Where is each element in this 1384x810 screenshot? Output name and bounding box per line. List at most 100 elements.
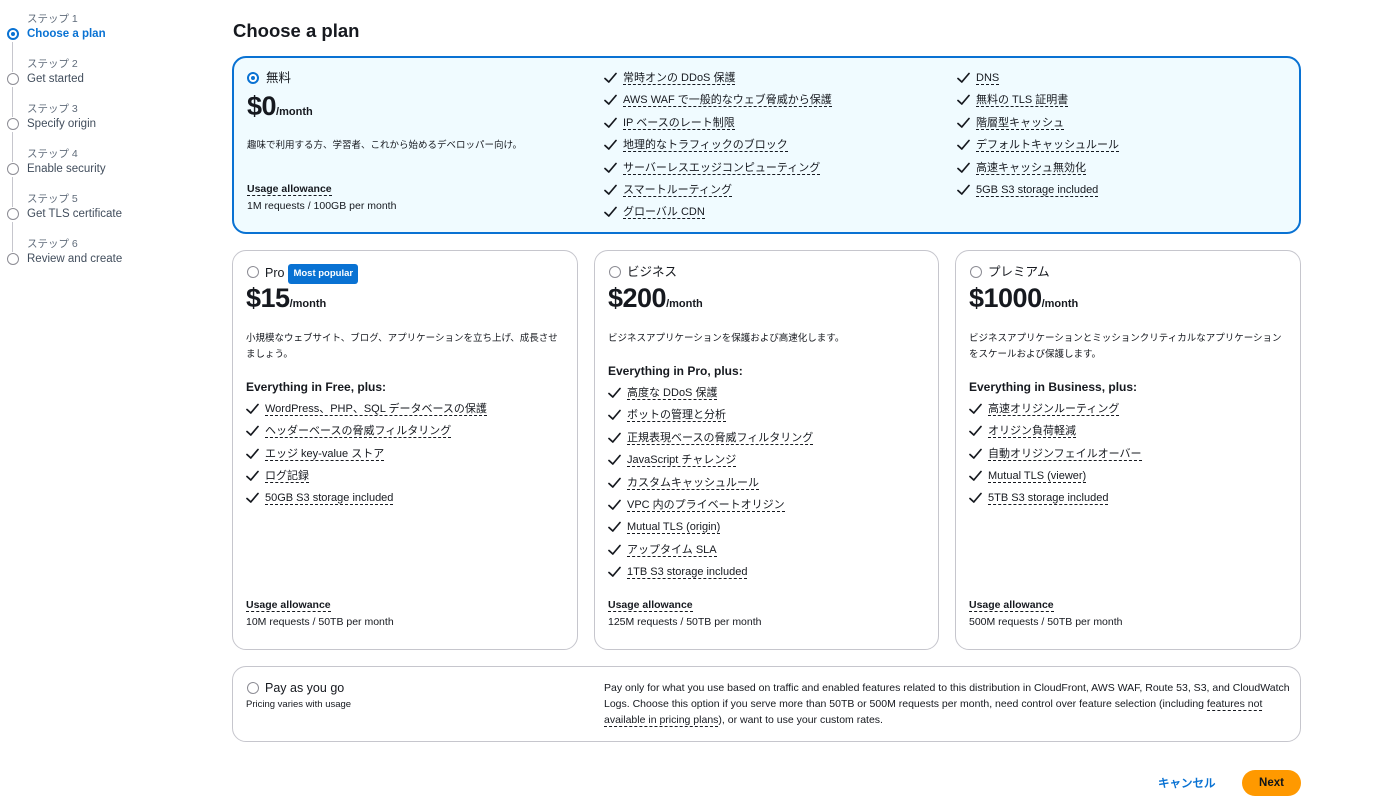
feature-label[interactable]: スマートルーティング [623, 183, 733, 197]
check-icon [604, 206, 617, 218]
step-label: Specify origin [27, 118, 97, 130]
check-icon [246, 425, 259, 437]
check-icon [608, 432, 621, 444]
feature-label[interactable]: オリジン負荷軽減 [988, 425, 1076, 439]
check-icon [969, 470, 982, 482]
cancel-button[interactable]: キャンセル [1158, 775, 1216, 791]
step-get-started: ステップ 2 Get started [0, 53, 200, 117]
feature-item: 常時オンの DDoS 保護 [604, 71, 944, 93]
plan-card-pay-as-you-go[interactable]: Pay as you go Pricing varies with usage … [232, 666, 1301, 742]
feature-item: DNS [957, 71, 1287, 93]
plan-card-free[interactable]: 無料 $0/month 趣味で利用する方、学習者、これから始めるデベロッパー向け… [232, 56, 1301, 234]
check-icon [957, 94, 970, 106]
feature-item: デフォルトキャッシュルール [957, 138, 1287, 160]
next-button[interactable]: Next [1242, 770, 1301, 796]
radio-pay-as-you-go[interactable] [247, 682, 259, 694]
feature-label[interactable]: 5GB S3 storage included [976, 183, 1099, 197]
check-icon [957, 139, 970, 151]
feature-item: Mutual TLS (origin) [608, 520, 933, 542]
check-icon [608, 454, 621, 466]
feature-label[interactable]: 無料の TLS 証明書 [976, 94, 1069, 108]
feature-label[interactable]: 高速オリジンルーティング [988, 403, 1120, 416]
feature-label[interactable]: 高度な DDoS 保護 [627, 387, 718, 400]
feature-item: アップタイム SLA [608, 543, 933, 565]
step-pending-icon [7, 118, 19, 130]
step-specify-origin: ステップ 3 Specify origin [0, 98, 200, 162]
radio-pro[interactable] [247, 266, 259, 278]
plan-price: $0/month [247, 91, 313, 122]
feature-item: ログ記録 [246, 469, 571, 491]
feature-label[interactable]: 1TB S3 storage included [627, 566, 748, 580]
radio-premium[interactable] [970, 266, 982, 278]
feature-label[interactable]: JavaScript チャレンジ [627, 454, 737, 468]
check-icon [246, 470, 259, 482]
check-icon [604, 162, 617, 174]
step-number: ステップ 2 [27, 58, 78, 70]
usage-allowance-label[interactable]: Usage allowance [969, 599, 1054, 612]
feature-label[interactable]: ヘッダーベースの脅威フィルタリング [265, 425, 452, 439]
radio-free[interactable] [247, 72, 259, 84]
feature-label[interactable]: 5TB S3 storage included [988, 492, 1109, 506]
feature-label[interactable]: AWS WAF で一般的なウェブ脅威から保護 [623, 94, 832, 108]
feature-label[interactable]: 地理的なトラフィックのブロック [623, 139, 788, 153]
feature-list: DNS 無料の TLS 証明書 階層型キャッシュデフォルトキャッシュルール 高速キャッ… [957, 71, 1287, 205]
feature-label[interactable]: VPC 内のプライベートオリジン [627, 498, 785, 512]
feature-label[interactable]: 正規表現ベースの脅威フィルタリング [627, 431, 814, 445]
step-choose-plan[interactable]: ステップ 1 Choose a plan [0, 8, 200, 72]
step-number: ステップ 5 [27, 193, 78, 205]
price-period: /month [666, 298, 703, 310]
step-label: Get TLS certificate [27, 208, 123, 220]
feature-label[interactable]: ログ記録 [265, 469, 309, 483]
feature-label[interactable]: デフォルトキャッシュルール [976, 139, 1119, 153]
feature-label[interactable]: 50GB S3 storage included [265, 492, 394, 506]
check-icon [604, 117, 617, 129]
feature-label[interactable]: 常時オンの DDoS 保護 [623, 72, 736, 85]
feature-item: カスタムキャッシュルール [608, 476, 933, 498]
usage-allowance-value: 1M requests / 100GB per month [247, 200, 397, 212]
usage-allowance-label[interactable]: Usage allowance [246, 599, 331, 612]
check-icon [957, 72, 970, 84]
plan-card-premium[interactable]: プレミアム $1000/month ビジネスアプリケーションとミッションクリティ… [955, 250, 1301, 650]
feature-label[interactable]: Mutual TLS (origin) [627, 521, 721, 535]
feature-label[interactable]: サーバーレスエッジコンピューティング [623, 161, 821, 175]
check-icon [608, 387, 621, 399]
step-pending-icon [7, 163, 19, 175]
step-label: Review and create [27, 253, 123, 265]
check-icon [969, 403, 982, 415]
radio-business[interactable] [609, 266, 621, 278]
price-amount: $1000 [969, 283, 1042, 313]
feature-item: 5GB S3 storage included [957, 183, 1287, 205]
step-number: ステップ 3 [27, 103, 78, 115]
feature-label[interactable]: 高速キャッシュ無効化 [976, 161, 1086, 175]
feature-label[interactable]: グローバル CDN [623, 206, 705, 220]
price-period: /month [1041, 298, 1079, 310]
feature-item: 高度な DDoS 保護 [608, 386, 933, 408]
plan-card-pro[interactable]: Pro Most popular $15/month 小規模なウェブサイト、ブログ… [232, 250, 578, 650]
check-icon [246, 448, 259, 460]
feature-label[interactable]: WordPress、PHP、SQL データベースの保護 [265, 403, 487, 416]
plan-subtitle: Pricing varies with usage [246, 699, 352, 710]
plan-card-business[interactable]: ビジネス $200/month ビジネスアプリケーションを保護および高速化します… [594, 250, 939, 650]
feature-item: Mutual TLS (viewer) [969, 469, 1294, 491]
feature-item: 高速オリジンルーティング [969, 402, 1294, 424]
step-label: Enable security [27, 163, 106, 175]
feature-label[interactable]: 自動オリジンフェイルオーバー [988, 447, 1142, 461]
feature-label[interactable]: Mutual TLS (viewer) [988, 469, 1087, 483]
feature-label[interactable]: IP ベースのレート制限 [623, 116, 735, 130]
feature-item: 1TB S3 storage included [608, 565, 933, 587]
step-number: ステップ 4 [27, 148, 78, 160]
step-pending-icon [7, 208, 19, 220]
check-icon [608, 566, 621, 578]
feature-item: スマートルーティング [604, 183, 944, 205]
feature-label[interactable]: ボットの管理と分析 [627, 409, 726, 423]
usage-allowance-label[interactable]: Usage allowance [608, 599, 693, 612]
feature-label[interactable]: カスタムキャッシュルール [627, 476, 759, 490]
plan-name: Pro Most popular [265, 264, 359, 284]
feature-label[interactable]: アップタイム SLA [627, 543, 717, 557]
check-icon [604, 94, 617, 106]
feature-label[interactable]: エッジ key-value ストア [265, 447, 385, 461]
feature-label[interactable]: DNS [976, 72, 1000, 85]
usage-allowance-label[interactable]: Usage allowance [247, 183, 332, 196]
feature-label[interactable]: 階層型キャッシュ [976, 116, 1064, 130]
step-pending-icon [7, 73, 19, 85]
